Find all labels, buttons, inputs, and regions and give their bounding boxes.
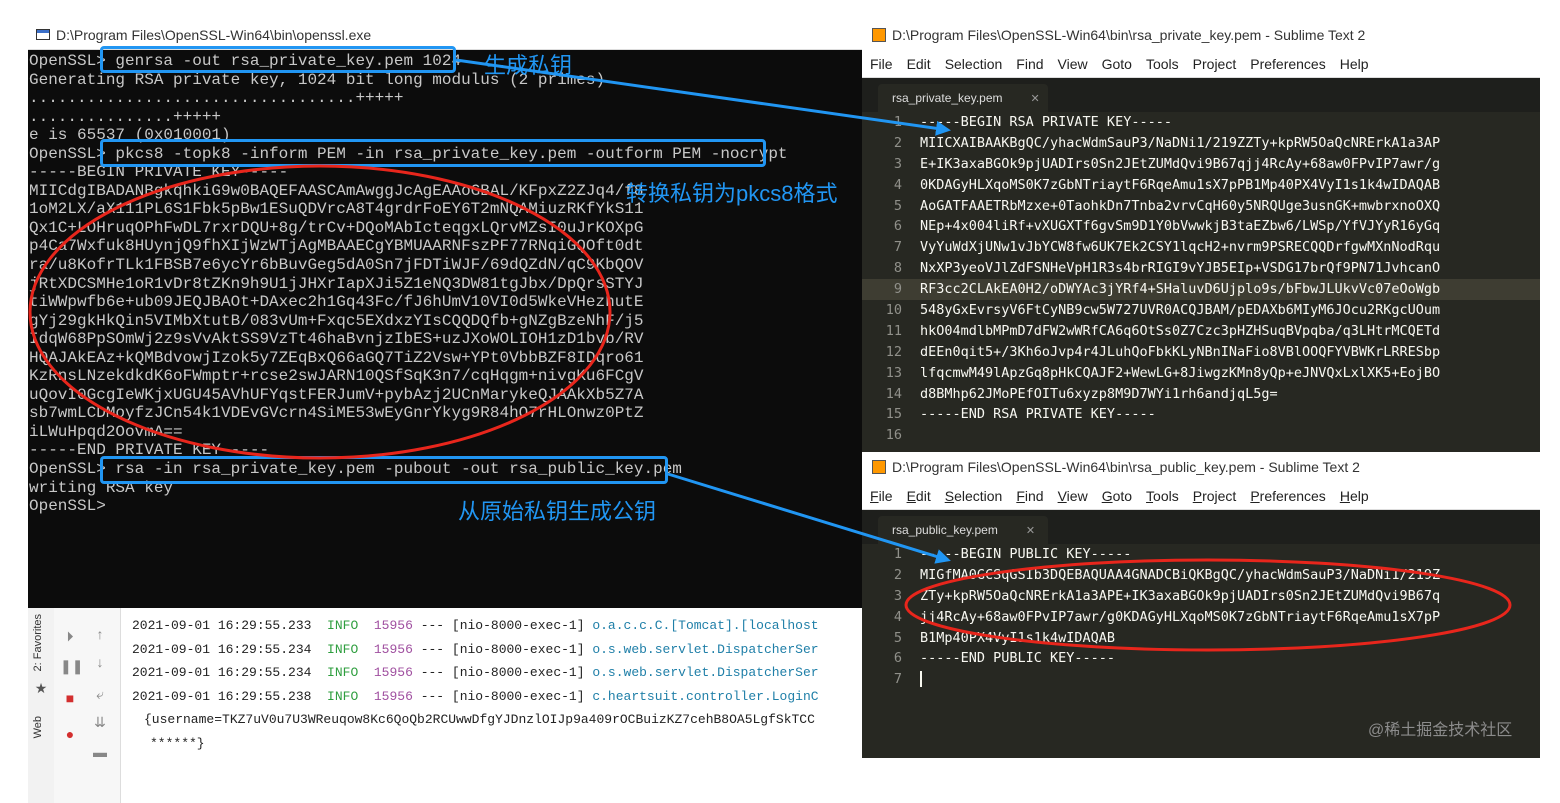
red-ellipse-pkcs8-key [28,164,612,460]
red-ellipse-public-key [904,558,1512,652]
annotation-overlay [28,58,1512,652]
arrow-to-private-file [455,58,951,136]
arrow-to-public-file [667,472,951,564]
